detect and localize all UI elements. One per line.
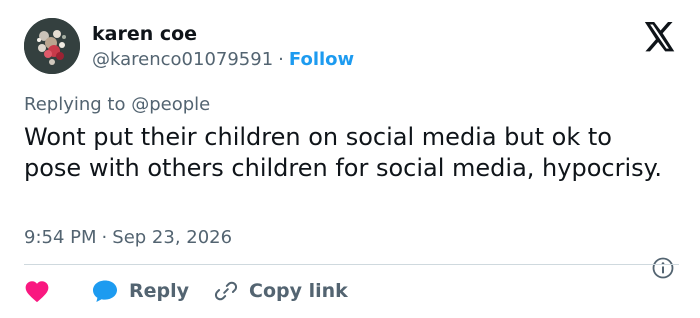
copy-link-label: Copy link: [249, 280, 348, 302]
divider: [24, 264, 679, 265]
author-display-name[interactable]: karen coe: [92, 22, 197, 46]
heart-icon: [25, 281, 49, 303]
tweet-text: Wont put their children on social media …: [24, 123, 663, 182]
like-button[interactable]: [24, 278, 50, 304]
reply-mention-link[interactable]: @people: [131, 94, 210, 115]
flower-photo-avatar: [24, 18, 80, 74]
follow-button[interactable]: Follow: [289, 49, 354, 70]
tweet-time: 9:54 PM: [24, 227, 97, 248]
reply-context-prefix: Replying to: [24, 94, 126, 115]
copy-link-button[interactable]: Copy link: [214, 278, 348, 304]
speech-bubble-icon: [93, 280, 117, 302]
separator-dot: ·: [101, 227, 108, 248]
tweet-timestamp[interactable]: 9:54 PM · Sep 23, 2026: [24, 226, 232, 250]
x-logo-icon[interactable]: [643, 22, 676, 52]
author-handle-row: @karenco01079591 · Follow: [92, 48, 354, 72]
reply-button[interactable]: Reply: [91, 278, 189, 304]
action-bar: Reply Copy link: [24, 278, 684, 304]
avatar[interactable]: [24, 18, 80, 74]
info-icon[interactable]: [651, 256, 675, 280]
reply-context: Replying to @people: [24, 93, 210, 117]
separator-dot: ·: [278, 49, 284, 70]
reply-label: Reply: [129, 280, 190, 302]
tweet-date: Sep 23, 2026: [112, 227, 233, 248]
link-icon: [214, 281, 238, 301]
author-handle[interactable]: @karenco01079591: [92, 49, 273, 70]
